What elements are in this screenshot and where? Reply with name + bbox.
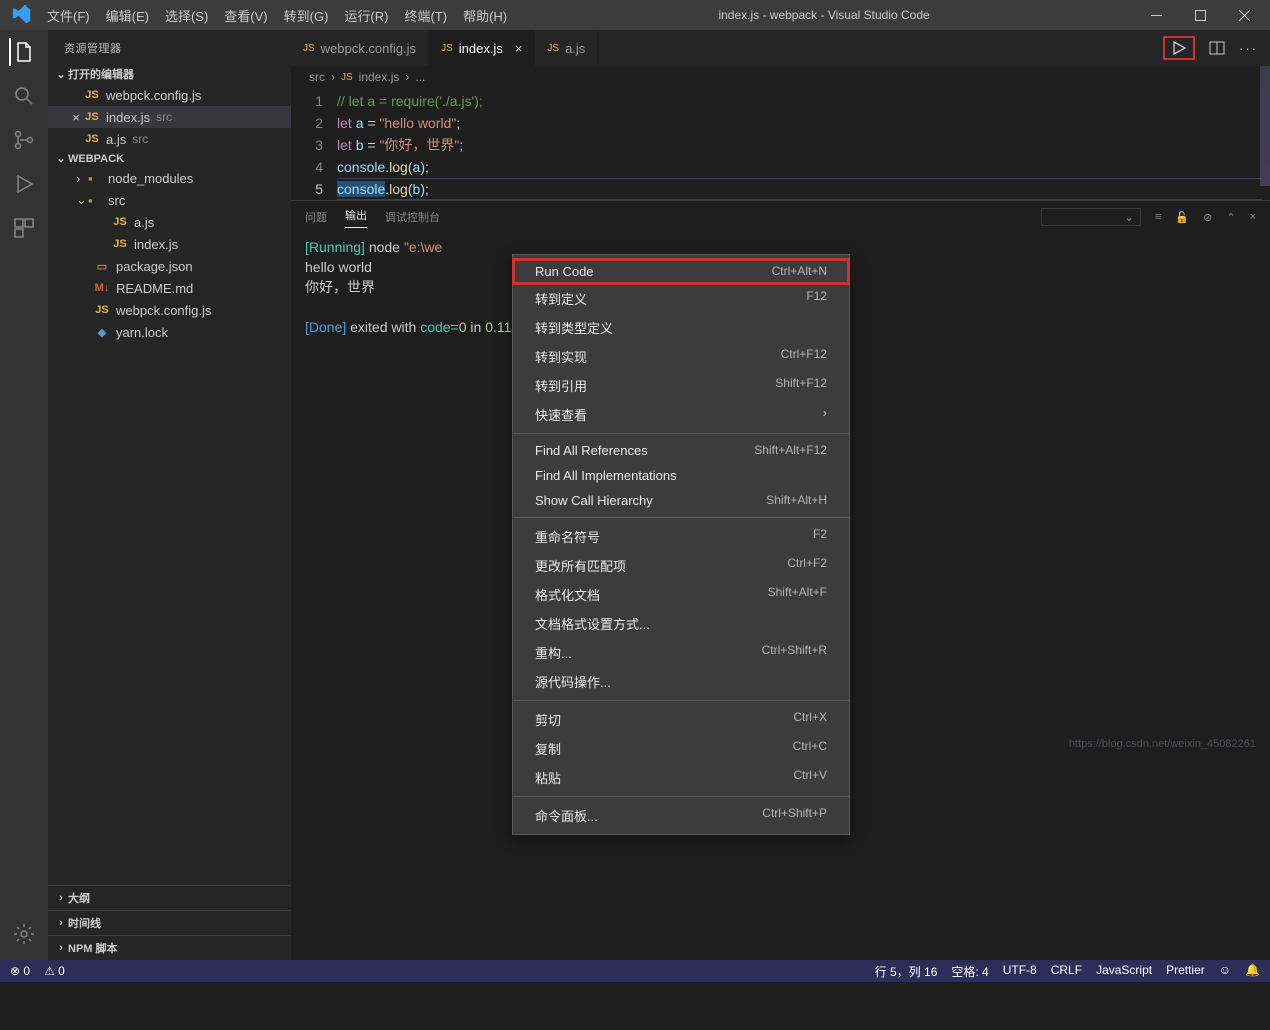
minimize-icon[interactable] [1134, 0, 1178, 30]
close-tab-icon[interactable]: × [515, 41, 523, 56]
chevron-up-icon[interactable]: ⌃ [1226, 211, 1235, 224]
menu-go[interactable]: 转到(G) [277, 2, 336, 29]
breadcrumb[interactable]: src›JSindex.js›... [291, 66, 1270, 88]
sidebar-title: 资源管理器 [48, 30, 291, 64]
context-menu-item[interactable]: 命令面板...Ctrl+Shift+P [513, 801, 849, 830]
file-item[interactable]: JSa.js [48, 211, 291, 233]
outline-header[interactable]: ›大纲 [48, 885, 291, 910]
status-warnings[interactable]: ⚠ 0 [44, 964, 65, 978]
status-cursor[interactable]: 行 5，列 16 [875, 963, 938, 980]
panel-tab-problems[interactable]: 问题 [305, 209, 327, 225]
search-icon[interactable] [10, 82, 38, 110]
menu-edit[interactable]: 编辑(E) [99, 2, 156, 29]
context-menu-item[interactable]: 剪切Ctrl+X [513, 705, 849, 734]
context-menu-item[interactable]: 粘贴Ctrl+V [513, 763, 849, 792]
panel-tab-debug[interactable]: 调试控制台 [385, 209, 440, 225]
file-item[interactable]: JSwebpck.config.js [48, 299, 291, 321]
context-menu-item[interactable]: 复制Ctrl+C [513, 734, 849, 763]
clear-icon[interactable]: ⊘ [1203, 211, 1212, 224]
context-menu-item[interactable]: 源代码操作... [513, 667, 849, 696]
window-title: index.js - webpack - Visual Studio Code [514, 8, 1134, 22]
status-encoding[interactable]: UTF-8 [1003, 963, 1037, 980]
file-item[interactable]: M↓README.md [48, 277, 291, 299]
run-code-button[interactable] [1163, 36, 1195, 60]
npm-icon: ▭ [94, 260, 110, 273]
source-control-icon[interactable] [10, 126, 38, 154]
menu-help[interactable]: 帮助(H) [456, 2, 514, 29]
menu-bar: 文件(F) 编辑(E) 选择(S) 查看(V) 转到(G) 运行(R) 终端(T… [40, 2, 514, 29]
status-spaces[interactable]: 空格: 4 [951, 963, 988, 980]
open-editor-item[interactable]: JSa.jssrc [48, 128, 291, 150]
context-menu-item[interactable]: 重构...Ctrl+Shift+R [513, 638, 849, 667]
status-language[interactable]: JavaScript [1096, 963, 1152, 980]
context-menu-item[interactable]: 转到实现Ctrl+F12 [513, 342, 849, 371]
more-actions-icon[interactable]: ··· [1239, 41, 1258, 56]
run-debug-icon[interactable] [10, 170, 38, 198]
menu-selection[interactable]: 选择(S) [158, 2, 215, 29]
menu-terminal[interactable]: 终端(T) [397, 2, 454, 29]
context-menu-item[interactable]: 转到类型定义 [513, 313, 849, 342]
context-menu-item[interactable]: 转到定义F12 [513, 284, 849, 313]
context-menu-item[interactable]: Find All ReferencesShift+Alt+F12 [513, 438, 849, 463]
open-editor-item[interactable]: JSwebpck.config.js [48, 84, 291, 106]
yarn-icon: ◆ [94, 326, 110, 339]
settings-gear-icon[interactable] [10, 920, 38, 948]
title-bar: 文件(F) 编辑(E) 选择(S) 查看(V) 转到(G) 运行(R) 终端(T… [0, 0, 1270, 30]
context-menu-item[interactable]: Run CodeCtrl+Alt+N [513, 259, 849, 284]
file-item[interactable]: ◆yarn.lock [48, 321, 291, 343]
watermark: https://blog.csdn.net/weixin_45082261 [1069, 738, 1256, 750]
menu-run[interactable]: 运行(R) [337, 2, 395, 29]
line-gutter: 12345 [291, 90, 337, 200]
context-menu-item[interactable]: 快速查看› [513, 400, 849, 429]
menu-file[interactable]: 文件(F) [40, 2, 97, 29]
status-feedback-icon[interactable]: ☺ [1219, 963, 1231, 980]
open-editor-item[interactable]: ×JSindex.jssrc [48, 106, 291, 128]
open-editors-header[interactable]: ⌄打开的编辑器 [48, 64, 291, 84]
folder-src[interactable]: ⌄▪src [48, 189, 291, 211]
context-menu-item[interactable]: 转到引用Shift+F12 [513, 371, 849, 400]
status-errors[interactable]: ⊗ 0 [10, 964, 30, 978]
folder-open-icon: ▪ [88, 193, 102, 208]
editor-tabs: JSwebpck.config.js JSindex.js× JSa.js ··… [291, 30, 1270, 66]
context-menu-item[interactable]: 重命名符号F2 [513, 522, 849, 551]
context-menu-item[interactable]: 文档格式设置方式... [513, 609, 849, 638]
lock-icon[interactable]: 🔓 [1175, 211, 1189, 224]
context-menu-item[interactable]: 格式化文档Shift+Alt+F [513, 580, 849, 609]
folder-icon: ▪ [88, 171, 102, 186]
maximize-icon[interactable] [1178, 0, 1222, 30]
status-bar: ⊗ 0 ⚠ 0 行 5，列 16 空格: 4 UTF-8 CRLF JavaSc… [0, 960, 1270, 982]
tab-index-js[interactable]: JSindex.js× [429, 30, 535, 66]
tab-a-js[interactable]: JSa.js [535, 30, 598, 66]
status-eol[interactable]: CRLF [1051, 963, 1082, 980]
activity-bar [0, 30, 48, 960]
folder-node-modules[interactable]: ›▪node_modules [48, 167, 291, 189]
npm-scripts-header[interactable]: ›NPM 脚本 [48, 935, 291, 960]
context-menu-item[interactable]: Show Call HierarchyShift+Alt+H [513, 488, 849, 513]
file-item[interactable]: JSindex.js [48, 233, 291, 255]
context-menu: Run CodeCtrl+Alt+N转到定义F12转到类型定义转到实现Ctrl+… [512, 254, 850, 835]
file-item[interactable]: ▭package.json [48, 255, 291, 277]
output-channel-select[interactable]: ⌄ [1041, 208, 1141, 226]
close-icon[interactable] [1222, 0, 1266, 30]
explorer-sidebar: 资源管理器 ⌄打开的编辑器 JSwebpck.config.js ×JSinde… [48, 30, 291, 960]
context-menu-item[interactable]: 更改所有匹配项Ctrl+F2 [513, 551, 849, 580]
close-panel-icon[interactable]: × [1250, 211, 1256, 223]
split-editor-icon[interactable] [1209, 40, 1225, 56]
context-menu-item[interactable]: Find All Implementations [513, 463, 849, 488]
explorer-icon[interactable] [9, 38, 37, 66]
status-bell-icon[interactable]: 🔔 [1245, 963, 1260, 980]
code-editor[interactable]: 12345 // let a = require('./a.js'); let … [291, 88, 1270, 200]
vscode-logo-icon [12, 5, 32, 25]
panel-tab-output[interactable]: 输出 [345, 207, 367, 228]
project-header[interactable]: ⌄WEBPACK [48, 150, 291, 167]
minimap[interactable] [1260, 66, 1270, 186]
menu-view[interactable]: 查看(V) [217, 2, 274, 29]
extensions-icon[interactable] [10, 214, 38, 242]
tab-webpck-config[interactable]: JSwebpck.config.js [291, 30, 429, 66]
status-prettier[interactable]: Prettier [1166, 963, 1205, 980]
timeline-header[interactable]: ›时间线 [48, 910, 291, 935]
markdown-icon: M↓ [94, 282, 110, 294]
filter-icon[interactable]: ≡ [1155, 211, 1161, 223]
